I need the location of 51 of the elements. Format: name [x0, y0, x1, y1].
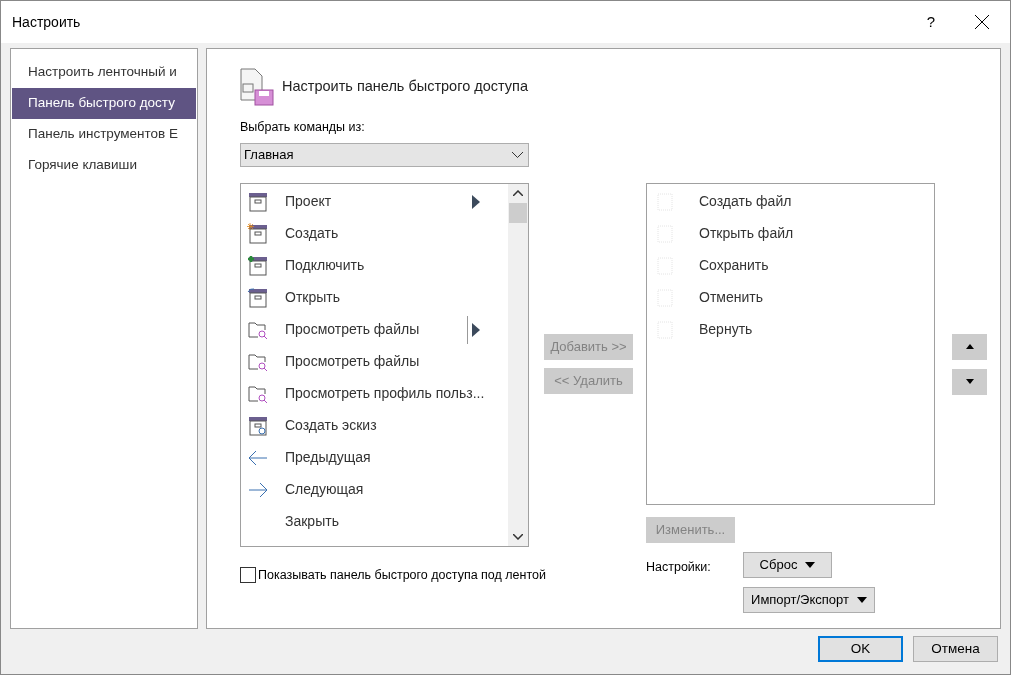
box-icon	[247, 254, 269, 277]
section-heading: Настроить панель быстрого доступа	[282, 77, 528, 97]
command-item[interactable]: Закрыть	[241, 505, 508, 538]
command-item[interactable]: Просмотреть файлы	[241, 313, 508, 346]
import-export-button[interactable]: Импорт/Экспорт	[743, 586, 875, 613]
sidebar-item[interactable]: Панель инструментов E	[12, 119, 196, 150]
scroll-down-icon	[513, 533, 523, 540]
toolbar-command-item[interactable]: Сохранить	[647, 249, 934, 282]
caret-icon	[856, 596, 867, 603]
box-camera-icon	[247, 414, 269, 437]
toolbar-command-item[interactable]: Вернуть	[647, 313, 934, 346]
scrollbar[interactable]	[508, 183, 528, 546]
box-icon	[247, 286, 269, 309]
chevron-down-icon	[512, 151, 523, 158]
command-item[interactable]: Открыть	[241, 281, 508, 314]
toolbar-command-item[interactable]: Открыть файл	[647, 217, 934, 250]
window-title: Настроить	[12, 12, 81, 32]
submenu-arrow-icon[interactable]	[467, 315, 480, 344]
command-item[interactable]: Проект	[241, 185, 508, 218]
toolbar-command-item[interactable]: Отменить	[647, 281, 934, 314]
triangle-up-icon	[965, 344, 974, 350]
checkbox[interactable]	[240, 567, 256, 584]
command-item[interactable]: Предыдущая	[241, 441, 508, 474]
commands-source-dropdown[interactable]: Главная	[240, 142, 529, 167]
box-icon	[247, 190, 269, 213]
command-item[interactable]: Просмотреть профиль польз...	[241, 377, 508, 410]
caret-icon	[805, 561, 816, 568]
cancel-button[interactable]: Отмена	[913, 636, 998, 662]
ok-button[interactable]: OK	[818, 636, 903, 662]
move-up-button[interactable]	[952, 333, 987, 360]
command-item[interactable]: Следующая	[241, 473, 508, 506]
help-button[interactable]: ?	[908, 1, 954, 43]
box-icon	[247, 222, 269, 245]
checkbox-label: Показывать панель быстрого доступа под лентой	[258, 566, 546, 584]
triangle-down-icon	[965, 379, 974, 385]
scroll-up-icon	[513, 189, 523, 196]
close-icon	[975, 15, 989, 29]
command-item[interactable]: Просмотреть файлы	[241, 345, 508, 378]
command-item[interactable]: Подключить	[241, 249, 508, 282]
choose-commands-label: Выбрать команды из:	[240, 119, 366, 136]
move-down-button[interactable]	[952, 368, 987, 395]
command-item[interactable]: Создать	[241, 217, 508, 250]
sidebar-item[interactable]: Настроить ленточный и	[12, 57, 196, 88]
reset-button[interactable]: Сброс	[743, 551, 832, 578]
scroll-thumb[interactable]	[509, 202, 527, 223]
settings-label: Настройки:	[646, 558, 712, 576]
toolbar-command-item[interactable]: Создать файл	[647, 185, 934, 218]
sidebar-item[interactable]: Горячие клавиши	[12, 150, 196, 181]
file-save-icon	[240, 68, 274, 106]
command-item[interactable]: Создать эскиз	[241, 409, 508, 442]
sidebar-item[interactable]: Панель быстрого досту	[12, 88, 196, 119]
